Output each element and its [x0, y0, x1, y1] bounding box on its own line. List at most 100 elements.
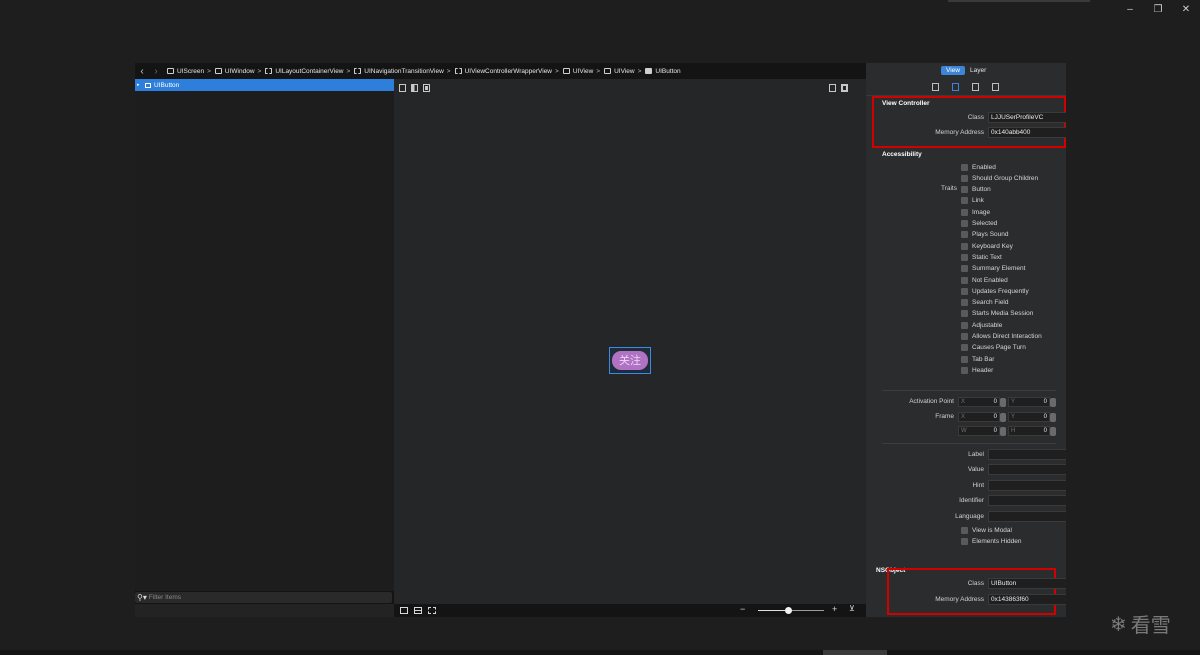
disclosure-triangle-icon[interactable]: ▸	[137, 82, 145, 88]
accessibility-option[interactable]: Static Text	[961, 252, 1002, 262]
device-frame-icon[interactable]	[829, 84, 836, 92]
zoom-slider[interactable]	[758, 607, 824, 614]
accessibility-option[interactable]: Header	[961, 365, 993, 375]
accessibility-option[interactable]: Keyboard Key	[961, 241, 1013, 251]
selection-icon[interactable]	[428, 607, 436, 614]
accessibility-option[interactable]: Allows Direct Interaction	[961, 332, 1042, 342]
search-icon[interactable]: ⚲▾	[137, 593, 147, 602]
zoom-out-icon[interactable]: −	[740, 604, 745, 614]
snowflake-icon: ❄	[1110, 611, 1127, 636]
checkbox-icon[interactable]	[961, 253, 968, 261]
view-is-modal-checkbox[interactable]: View is Modal	[961, 525, 1012, 535]
follow-button[interactable]: 关注	[612, 351, 648, 370]
value-field[interactable]	[988, 464, 1066, 475]
checkbox-icon[interactable]	[961, 537, 968, 545]
checkbox-icon[interactable]	[961, 174, 968, 182]
device-outline-icon[interactable]	[841, 84, 848, 92]
taskbar-active-item[interactable]	[823, 650, 887, 655]
close-button[interactable]: ✕	[1172, 4, 1200, 18]
forward-arrow-icon[interactable]: ›	[149, 66, 163, 77]
selected-uibutton[interactable]: 关注	[609, 347, 651, 374]
breadcrumb-item[interactable]: UILayoutContainerView >	[265, 68, 350, 75]
identifier-field[interactable]	[988, 495, 1066, 506]
show-clipped-icon[interactable]	[399, 84, 406, 92]
breadcrumb-item[interactable]: UIView >	[562, 68, 600, 75]
object-inspector-icon[interactable]	[952, 83, 959, 91]
accessibility-option[interactable]: Summary Element	[961, 264, 1025, 274]
accessibility-option[interactable]: Causes Page Turn	[961, 343, 1026, 353]
accessibility-option[interactable]: Enabled	[961, 162, 996, 172]
accessibility-option[interactable]: Adjustable	[961, 320, 1002, 330]
activation-y-field[interactable]: Y0	[1008, 396, 1056, 407]
checkbox-icon[interactable]	[961, 276, 968, 284]
back-arrow-icon[interactable]: ‹	[135, 66, 149, 77]
breadcrumb-item[interactable]: UIScreen >	[167, 68, 211, 75]
accessibility-option[interactable]: Search Field	[961, 298, 1009, 308]
language-field[interactable]	[988, 511, 1066, 522]
accessibility-option[interactable]: Selected	[961, 219, 997, 229]
attributes-inspector-icon[interactable]	[992, 83, 999, 91]
checkbox-icon[interactable]	[961, 366, 968, 374]
size-inspector-icon[interactable]	[972, 83, 979, 91]
show-constraints-icon[interactable]	[411, 84, 418, 92]
filter-input[interactable]: Filter Items	[149, 594, 181, 601]
frame-icon[interactable]	[400, 607, 408, 614]
accessibility-option[interactable]: Not Enabled	[961, 275, 1008, 285]
breadcrumb-item[interactable]: UIWindow >	[214, 68, 261, 75]
activation-x-field[interactable]: X0	[958, 396, 1006, 407]
file-inspector-icon[interactable]	[932, 83, 939, 91]
checkbox-icon[interactable]	[961, 186, 968, 194]
zoom-in-icon[interactable]: +	[832, 604, 837, 614]
frame-h-field[interactable]: H0	[1008, 425, 1056, 436]
accessibility-option[interactable]: Image	[961, 207, 990, 217]
elements-hidden-checkbox[interactable]: Elements Hidden	[961, 536, 1022, 546]
tree-item-uibutton[interactable]: ▸ UIButton	[135, 79, 394, 91]
stepper-icon[interactable]	[1050, 412, 1056, 422]
tab-layer[interactable]: Layer	[965, 66, 991, 75]
stepper-icon[interactable]	[1000, 397, 1006, 407]
stepper-icon[interactable]	[1000, 426, 1006, 436]
view-icon	[454, 68, 462, 74]
hint-field[interactable]	[988, 480, 1066, 491]
checkbox-icon[interactable]	[961, 163, 968, 171]
accessibility-option[interactable]: Button	[961, 185, 991, 195]
stepper-icon[interactable]	[1050, 397, 1056, 407]
accessibility-option[interactable]: Plays Sound	[961, 230, 1009, 240]
stepper-icon[interactable]	[1000, 412, 1006, 422]
label-field[interactable]	[988, 449, 1066, 460]
checkbox-icon[interactable]	[961, 344, 968, 352]
accessibility-option[interactable]: Tab Bar	[961, 354, 994, 364]
checkbox-icon[interactable]	[961, 287, 968, 295]
breadcrumb-item[interactable]: UIViewControllerWrapperView >	[454, 68, 559, 75]
frame-x-field[interactable]: X0	[958, 411, 1006, 422]
checkbox-icon[interactable]	[961, 265, 968, 273]
accessibility-option[interactable]: Updates Frequently	[961, 286, 1029, 296]
checkbox-icon[interactable]	[961, 321, 968, 329]
frame-y-field[interactable]: Y0	[1008, 411, 1056, 422]
accessibility-option[interactable]: Should Group Children	[961, 173, 1038, 183]
breadcrumb-item[interactable]: UIButton	[645, 68, 681, 75]
checkbox-icon[interactable]	[961, 231, 968, 239]
checkbox-icon[interactable]	[961, 333, 968, 340]
filter-options-icon[interactable]: ⊻	[849, 604, 855, 613]
checkbox-icon[interactable]	[961, 526, 968, 534]
breadcrumb-item[interactable]: UIView >	[604, 68, 641, 75]
checkbox-icon[interactable]	[961, 299, 968, 307]
accessibility-option[interactable]: Starts Media Session	[961, 309, 1033, 319]
checkbox-icon[interactable]	[961, 220, 968, 227]
accessibility-option[interactable]: Link	[961, 196, 984, 206]
wireframe-icon[interactable]	[423, 84, 430, 92]
checkbox-icon[interactable]	[961, 208, 968, 216]
checkbox-icon[interactable]	[961, 355, 968, 363]
stepper-icon[interactable]	[1050, 426, 1056, 436]
layout-icon[interactable]	[414, 607, 422, 614]
minimize-button[interactable]: –	[1116, 4, 1144, 18]
breadcrumb-item[interactable]: UINavigationTransitionView >	[354, 68, 451, 75]
frame-w-field[interactable]: W0	[958, 425, 1006, 436]
checkbox-icon[interactable]	[961, 242, 968, 250]
zoom-slider-knob[interactable]	[784, 607, 792, 614]
restore-button[interactable]: ❐	[1144, 4, 1172, 18]
tab-view[interactable]: View	[941, 66, 965, 75]
checkbox-icon[interactable]	[961, 310, 968, 318]
checkbox-icon[interactable]	[961, 197, 968, 205]
